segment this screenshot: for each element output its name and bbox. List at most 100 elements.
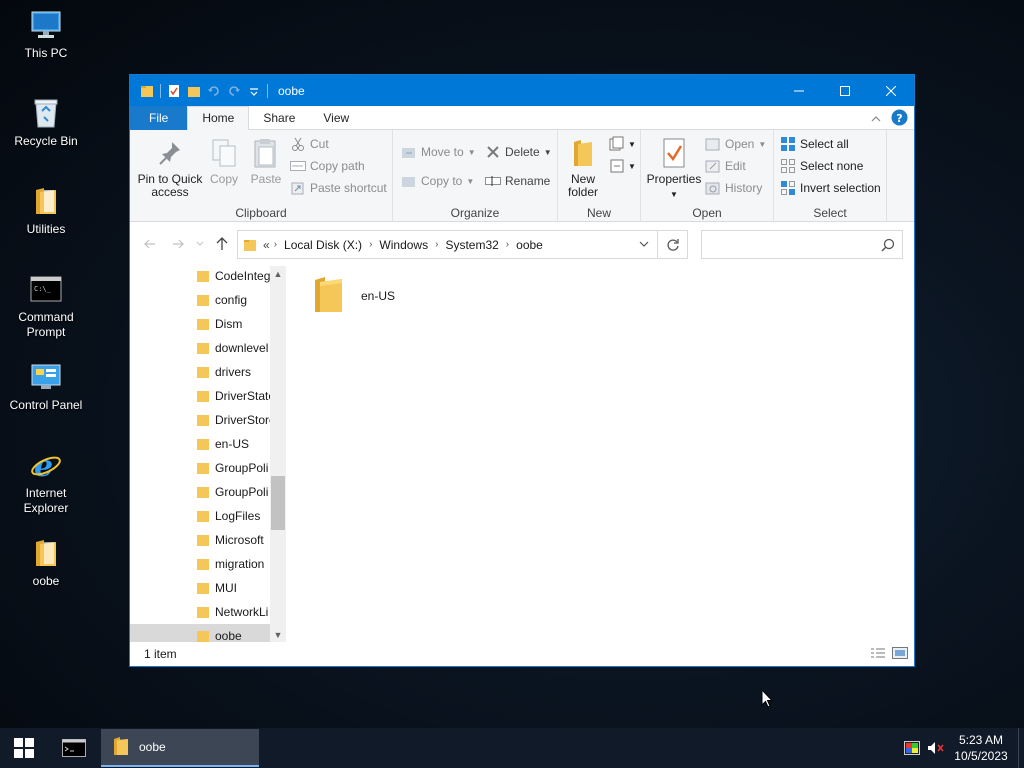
desktop-icon-internet-explorer[interactable]: e Internet Explorer [0,448,92,516]
nav-item[interactable]: en-US [130,432,270,456]
scroll-down-arrow-icon[interactable]: ▼ [270,627,286,643]
up-button[interactable] [214,236,230,252]
breadcrumb-system32[interactable]: System32 [445,238,498,252]
nav-item[interactable]: LogFiles [130,504,270,528]
copy-path-button[interactable]: Copy path [290,156,365,176]
recent-locations-button[interactable] [194,236,206,252]
properties-qat-icon[interactable] [167,84,181,98]
breadcrumb-overflow[interactable]: « [263,238,270,252]
paste-shortcut-button[interactable]: Paste shortcut [290,178,387,198]
desktop-icon-control-panel[interactable]: Control Panel [0,360,92,413]
select-all-button[interactable]: Select all [780,134,849,154]
maximize-button[interactable] [822,75,868,106]
tab-home[interactable]: Home [187,105,250,131]
copy-to-button[interactable]: Copy to ▼ [401,171,474,191]
invert-selection-button[interactable]: Invert selection [780,178,881,198]
new-folder-button[interactable]: New folder [564,136,602,199]
delete-button[interactable]: Delete ▼ [485,142,552,162]
nav-item[interactable]: CodeInteg [130,266,270,288]
nav-item[interactable]: drivers [130,360,270,384]
new-folder-qat-icon[interactable] [187,84,201,98]
new-folder-icon [567,136,599,170]
open-button[interactable]: Open ▼ [705,134,766,154]
nav-item[interactable]: config [130,288,270,312]
tab-view[interactable]: View [309,106,363,130]
search-input[interactable] [708,231,878,257]
nav-item[interactable]: NetworkLi [130,600,270,624]
nav-item[interactable]: Microsoft [130,528,270,552]
easy-access-button[interactable]: ▼ [608,156,636,176]
back-button[interactable] [142,236,158,252]
desktop-icon-utilities[interactable]: Utilities [0,184,92,237]
search-box[interactable] [701,230,903,259]
collapse-ribbon-chevron-icon[interactable] [871,112,881,126]
show-desktop-button[interactable] [1018,728,1024,768]
move-to-button[interactable]: Move to ▼ [401,142,476,162]
tab-share[interactable]: Share [249,106,309,130]
redo-icon[interactable] [227,84,241,98]
nav-item[interactable]: GroupPoli [130,456,270,480]
taskbar: oobe 5:23 AM 10/5/2023 [0,728,1024,768]
new-item-button[interactable]: ▼ [608,134,636,154]
edit-button[interactable]: Edit [705,156,746,176]
nav-item-selected[interactable]: oobe [130,624,270,643]
nav-item[interactable]: downlevel [130,336,270,360]
address-dropdown-button[interactable] [639,241,649,248]
desktop-icon-label: oobe [32,574,60,588]
paste-button[interactable]: Paste [246,136,286,186]
clipboard-group: Pin to Quick access Copy Paste Cut Copy … [130,130,393,222]
scroll-thumb[interactable] [271,476,285,530]
select-none-button[interactable]: Select none [780,156,863,176]
cut-button[interactable]: Cut [290,134,329,154]
breadcrumb-windows[interactable]: Windows [379,238,428,252]
taskbar-explorer-oobe[interactable]: oobe [101,729,259,767]
desktop-icon-oobe[interactable]: oobe [0,536,92,589]
volume-muted-icon[interactable] [924,728,948,768]
desktop-icon-command-prompt[interactable]: C:\_ Command Prompt [0,272,92,340]
dropdown-arrow-icon: ▼ [466,176,475,186]
details-view-icon[interactable] [870,647,886,662]
properties-button[interactable]: Properties ▼ [645,136,703,201]
folder-icon [196,437,210,454]
forward-button[interactable] [170,236,186,252]
title-bar[interactable]: oobe [130,75,914,106]
nav-item[interactable]: Dism [130,312,270,336]
address-bar[interactable]: « › Local Disk (X:) › Windows › System32 › o… [237,230,658,259]
chevron-right-icon[interactable]: › [369,239,372,250]
minimize-button[interactable] [776,75,822,106]
close-button[interactable] [868,75,914,106]
clock[interactable]: 5:23 AM 10/5/2023 [948,732,1014,764]
large-icons-view-icon[interactable] [892,647,908,662]
dropdown-arrow-icon: ▼ [628,161,636,171]
breadcrumb-oobe[interactable]: oobe [516,238,543,252]
nav-scrollbar[interactable]: ▲ ▼ [270,266,286,643]
rename-button[interactable]: Rename [485,171,550,191]
tab-file[interactable]: File [130,105,188,130]
history-button[interactable]: History [705,178,762,198]
nav-item[interactable]: GroupPoli [130,480,270,504]
desktop-icon-this-pc[interactable]: This PC [0,8,92,61]
pin-to-quick-access-button[interactable]: Pin to Quick access [136,136,204,199]
folder-icon [196,629,210,643]
chevron-right-icon[interactable]: › [506,239,509,250]
search-icon[interactable] [881,238,895,255]
help-icon[interactable]: ? [891,109,908,129]
desktop-icon-recycle-bin[interactable]: Recycle Bin [0,96,92,149]
nav-item[interactable]: MUI [130,576,270,600]
chevron-right-icon[interactable]: › [435,239,438,250]
copy-button[interactable]: Copy [206,136,242,186]
breadcrumb-local-disk[interactable]: Local Disk (X:) [284,238,362,252]
customize-qat-chevron-icon[interactable] [247,84,261,98]
desktop-icon-label: Utilities [26,222,66,236]
refresh-button[interactable] [658,230,688,259]
scroll-up-arrow-icon[interactable]: ▲ [270,266,286,282]
file-item[interactable]: en-US [313,274,395,317]
start-button[interactable] [0,728,48,768]
nav-item[interactable]: migration [130,552,270,576]
nav-item[interactable]: DriverStore [130,408,270,432]
desktop-icon-label: Command Prompt [18,310,74,339]
taskbar-command-prompt[interactable] [48,728,100,768]
undo-icon[interactable] [207,84,221,98]
display-color-icon[interactable] [900,728,924,768]
nav-item[interactable]: DriverState [130,384,270,408]
